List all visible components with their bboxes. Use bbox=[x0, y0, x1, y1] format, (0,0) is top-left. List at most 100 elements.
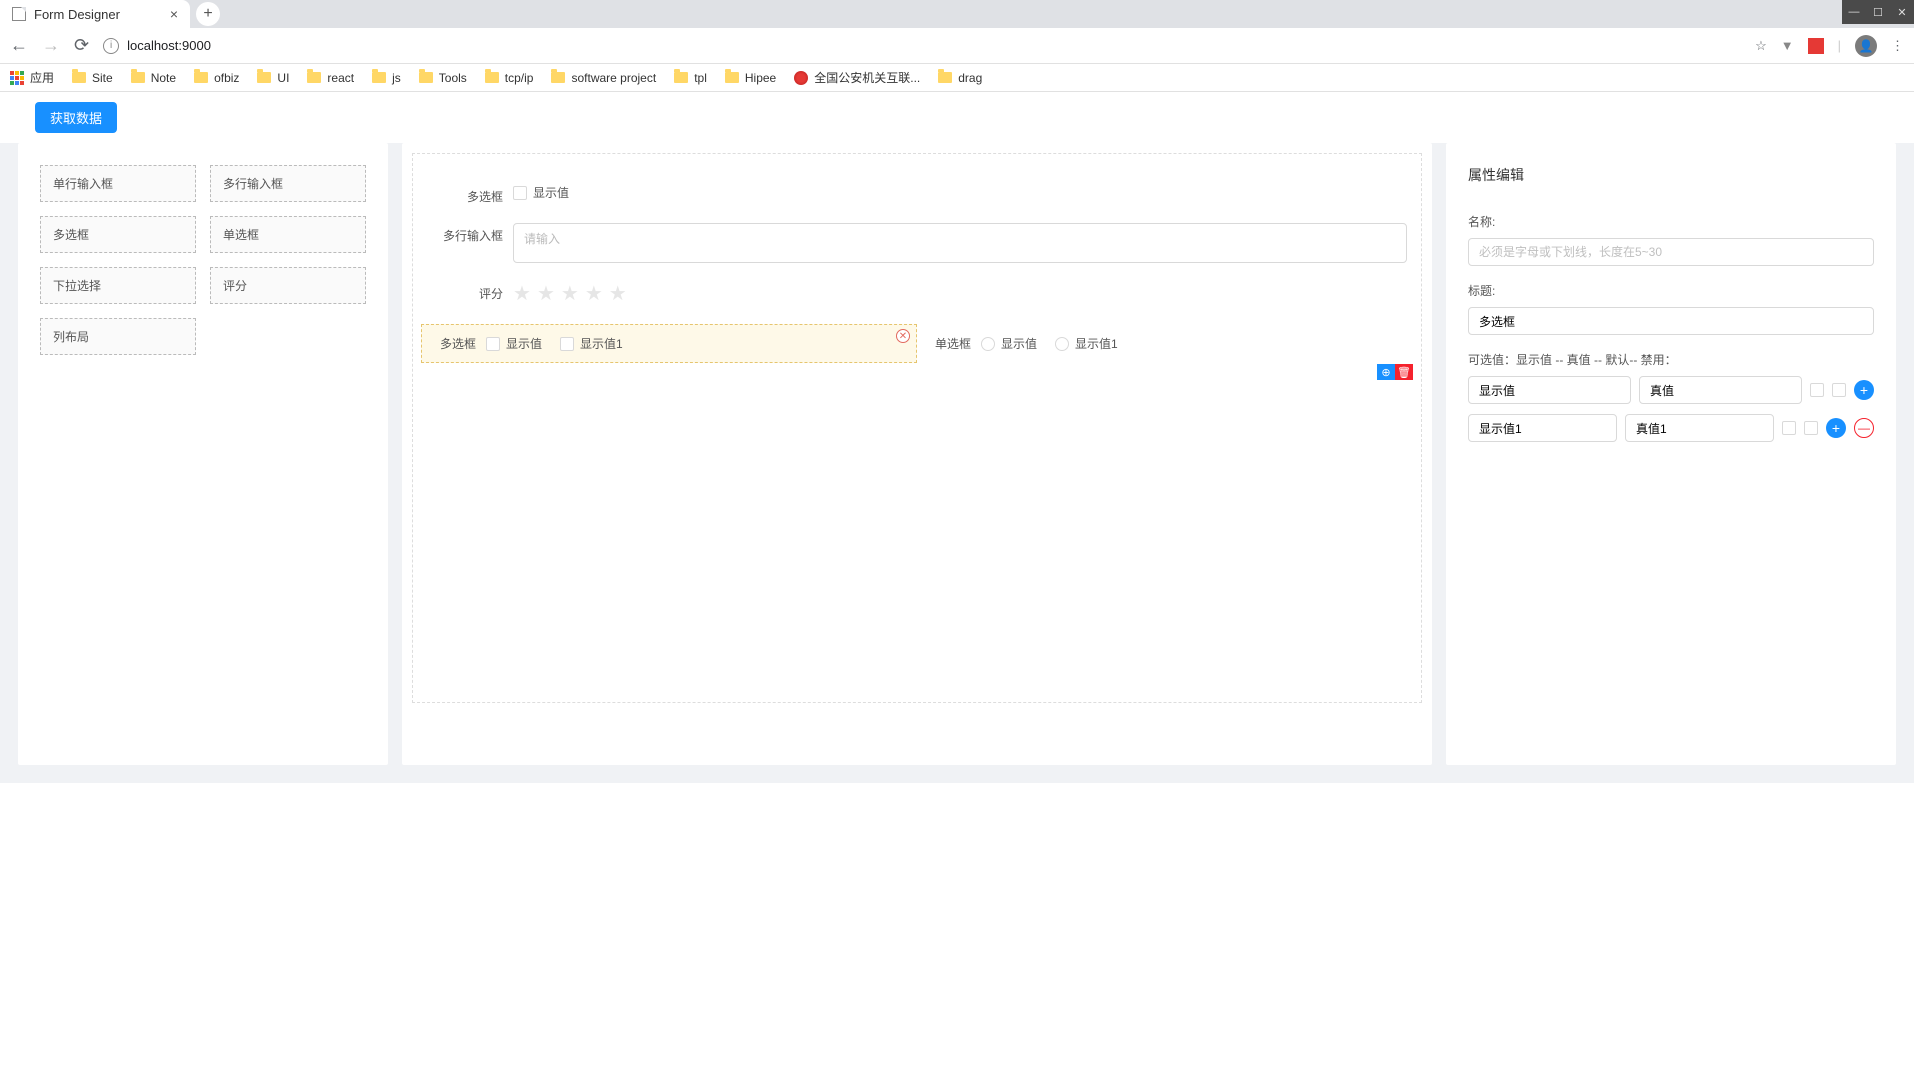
widget-select[interactable]: 下拉选择 bbox=[40, 267, 196, 304]
new-tab-button[interactable]: + bbox=[196, 2, 220, 26]
bookmark-item[interactable]: UI bbox=[257, 71, 289, 85]
extension-icon-2[interactable] bbox=[1808, 38, 1824, 54]
minimize-button[interactable]: — bbox=[1842, 0, 1866, 24]
canvas-row-textarea[interactable]: 多行输入框 请输入 bbox=[421, 223, 1413, 263]
bookmark-item[interactable]: Site bbox=[72, 71, 113, 85]
folder-icon bbox=[131, 72, 145, 83]
textarea-input[interactable]: 请输入 bbox=[513, 223, 1407, 263]
kebab-menu-icon[interactable]: ⋮ bbox=[1891, 38, 1904, 54]
star-icon[interactable]: ★ bbox=[513, 281, 531, 306]
add-option-button[interactable]: + bbox=[1826, 418, 1846, 438]
copy-row-button[interactable]: ⊕ bbox=[1377, 364, 1395, 380]
properties-title: 属性编辑 bbox=[1468, 165, 1874, 185]
add-option-button[interactable]: + bbox=[1854, 380, 1874, 400]
star-icon[interactable]: ★ bbox=[537, 281, 555, 306]
checkbox-icon bbox=[560, 337, 574, 351]
folder-icon bbox=[674, 72, 688, 83]
bookmark-item[interactable]: react bbox=[307, 71, 354, 85]
forward-button[interactable]: → bbox=[42, 35, 60, 56]
option-real-input[interactable] bbox=[1639, 376, 1802, 404]
option-default-checkbox[interactable] bbox=[1782, 421, 1796, 435]
apps-icon bbox=[10, 71, 24, 85]
url-text: localhost:9000 bbox=[127, 38, 211, 53]
radio-option[interactable]: 显示值1 bbox=[1055, 335, 1118, 352]
folder-icon bbox=[307, 72, 321, 83]
bookmark-item[interactable]: tcp/ip bbox=[485, 71, 534, 85]
bookmark-item[interactable]: js bbox=[372, 71, 401, 85]
extension-icon-1[interactable]: ▼ bbox=[1781, 38, 1794, 53]
prop-title-label: 标题: bbox=[1468, 282, 1874, 299]
column-left-selected[interactable]: 多选框 显示值 显示值1 ✕ bbox=[421, 324, 917, 363]
form-canvas-panel: 多选框 显示值 多行输入框 请输入 评分 ★ ★ ★ ★ bbox=[402, 143, 1432, 765]
radio-option[interactable]: 显示值 bbox=[981, 335, 1037, 352]
option-disabled-checkbox[interactable] bbox=[1832, 383, 1846, 397]
profile-avatar[interactable]: 👤 bbox=[1855, 35, 1877, 57]
prop-title-input[interactable] bbox=[1468, 307, 1874, 335]
close-window-button[interactable]: ✕ bbox=[1890, 0, 1914, 24]
folder-icon bbox=[257, 72, 271, 83]
bookmark-item[interactable]: tpl bbox=[674, 71, 707, 85]
bookmark-item[interactable]: software project bbox=[551, 71, 656, 85]
bookmark-item[interactable]: Note bbox=[131, 71, 176, 85]
bookmarks-bar: 应用 Site Note ofbiz UI react js Tools tcp… bbox=[0, 64, 1914, 92]
bookmark-apps[interactable]: 应用 bbox=[10, 69, 54, 86]
row-actions: ⊕ 🗑 bbox=[1377, 364, 1413, 380]
bookmark-item[interactable]: Hipee bbox=[725, 71, 776, 85]
canvas-row-rate[interactable]: 评分 ★ ★ ★ ★ ★ bbox=[421, 281, 1413, 306]
star-icon[interactable]: ★ bbox=[585, 281, 603, 306]
maximize-button[interactable]: ☐ bbox=[1866, 0, 1890, 24]
site-info-icon[interactable]: i bbox=[103, 38, 119, 54]
url-field[interactable]: i localhost:9000 bbox=[103, 38, 1741, 54]
prop-options-label: 可选值：显示值 -- 真值 -- 默认-- 禁用： bbox=[1468, 351, 1874, 368]
folder-icon bbox=[485, 72, 499, 83]
remove-option-button[interactable]: — bbox=[1854, 418, 1874, 438]
rate-control[interactable]: ★ ★ ★ ★ ★ bbox=[513, 281, 1407, 306]
star-icon[interactable]: ★ bbox=[609, 281, 627, 306]
bookmark-item[interactable]: ofbiz bbox=[194, 71, 239, 85]
option-disabled-checkbox[interactable] bbox=[1804, 421, 1818, 435]
folder-icon bbox=[372, 72, 386, 83]
reload-button[interactable]: ⟳ bbox=[74, 35, 89, 56]
get-data-button[interactable]: 获取数据 bbox=[35, 102, 117, 133]
widget-text-input[interactable]: 单行输入框 bbox=[40, 165, 196, 202]
delete-row-button[interactable]: 🗑 bbox=[1395, 364, 1413, 380]
properties-panel: 属性编辑 名称: 标题: 可选值：显示值 -- 真值 -- 默认-- 禁用： + bbox=[1446, 143, 1896, 765]
browser-chrome: Form Designer × + — ☐ ✕ ← → ⟳ i localhos… bbox=[0, 0, 1914, 92]
field-label: 单选框 bbox=[923, 335, 971, 352]
column-right[interactable]: 单选框 显示值 显示值1 bbox=[917, 324, 1413, 363]
widget-radio[interactable]: 单选框 bbox=[210, 216, 366, 253]
canvas-row-checkbox[interactable]: 多选框 显示值 bbox=[421, 184, 1413, 205]
prop-name-input[interactable] bbox=[1468, 238, 1874, 266]
bookmark-item[interactable]: drag bbox=[938, 71, 982, 85]
tab-title: Form Designer bbox=[34, 7, 120, 22]
bookmark-item[interactable]: Tools bbox=[419, 71, 467, 85]
star-icon[interactable]: ★ bbox=[561, 281, 579, 306]
widget-checkbox[interactable]: 多选框 bbox=[40, 216, 196, 253]
browser-tab[interactable]: Form Designer × bbox=[0, 0, 190, 28]
option-default-checkbox[interactable] bbox=[1810, 383, 1824, 397]
widget-textarea[interactable]: 多行输入框 bbox=[210, 165, 366, 202]
app-toolbar: 获取数据 bbox=[0, 92, 1914, 143]
checkbox-option[interactable]: 显示值 bbox=[486, 335, 542, 352]
option-row: + bbox=[1468, 376, 1874, 404]
form-canvas[interactable]: 多选框 显示值 多行输入框 请输入 评分 ★ ★ ★ ★ bbox=[412, 153, 1422, 703]
option-real-input[interactable] bbox=[1625, 414, 1774, 442]
workspace: 单行输入框 多行输入框 多选框 单选框 下拉选择 评分 列布局 多选框 显示值 … bbox=[0, 143, 1914, 783]
tab-bar: Form Designer × + — ☐ ✕ bbox=[0, 0, 1914, 28]
widget-column-layout[interactable]: 列布局 bbox=[40, 318, 196, 355]
field-label: 评分 bbox=[427, 281, 503, 302]
folder-icon bbox=[72, 72, 86, 83]
deselect-icon[interactable]: ✕ bbox=[896, 329, 910, 343]
option-display-input[interactable] bbox=[1468, 414, 1617, 442]
back-button[interactable]: ← bbox=[10, 35, 28, 56]
widget-palette: 单行输入框 多行输入框 多选框 单选框 下拉选择 评分 列布局 bbox=[18, 143, 388, 765]
bookmark-item[interactable]: 全国公安机关互联... bbox=[794, 69, 920, 86]
star-icon[interactable]: ☆ bbox=[1755, 38, 1767, 54]
widget-rate[interactable]: 评分 bbox=[210, 267, 366, 304]
option-display-input[interactable] bbox=[1468, 376, 1631, 404]
checkbox-option[interactable]: 显示值1 bbox=[560, 335, 623, 352]
close-tab-icon[interactable]: × bbox=[170, 6, 178, 22]
checkbox-option[interactable]: 显示值 bbox=[513, 184, 569, 201]
field-label: 多选框 bbox=[428, 335, 476, 352]
canvas-row-columns[interactable]: 多选框 显示值 显示值1 ✕ 单选框 显示值 显示值1 ⊕ 🗑 bbox=[421, 324, 1413, 363]
